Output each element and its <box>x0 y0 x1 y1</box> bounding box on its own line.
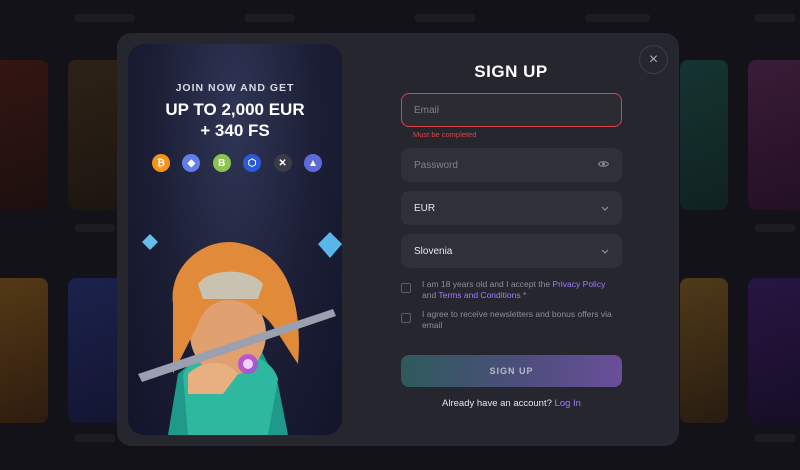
terms-prefix: I am 18 years old and I accept the <box>422 279 553 289</box>
privacy-policy-link[interactable]: Privacy Policy <box>552 279 605 289</box>
signup-title: SIGN UP <box>474 62 548 81</box>
email-field[interactable]: Email <box>401 93 622 127</box>
newsletter-text: I agree to receive newsletters and bonus… <box>422 309 612 330</box>
newsletter-checkbox[interactable] <box>401 313 411 323</box>
country-value: Slovenia <box>414 245 453 257</box>
login-prompt: Already have an account? Log In <box>401 398 622 409</box>
login-prompt-text: Already have an account? <box>442 398 555 409</box>
signup-submit-button[interactable]: SIGN UP <box>401 355 622 387</box>
terms-row: I am 18 years old and I accept the Priva… <box>401 279 621 301</box>
country-select[interactable]: Slovenia <box>401 234 622 268</box>
password-placeholder: Password <box>414 159 458 171</box>
email-error-text: Must be completed <box>413 130 477 139</box>
close-icon: × <box>648 50 659 68</box>
chevron-down-icon <box>601 246 609 257</box>
password-field[interactable]: Password <box>401 148 622 182</box>
eye-icon[interactable] <box>597 160 610 171</box>
terms-text: I am 18 years old and I accept the Priva… <box>422 279 621 301</box>
terms-required-mark: * <box>520 290 527 300</box>
currency-select[interactable]: EUR <box>401 191 622 225</box>
close-button[interactable]: × <box>639 45 668 74</box>
newsletter-row: I agree to receive newsletters and bonus… <box>401 309 621 331</box>
email-placeholder: Email <box>414 104 440 116</box>
currency-value: EUR <box>414 202 436 214</box>
chevron-down-icon <box>601 203 609 214</box>
terms-checkbox[interactable] <box>401 283 411 293</box>
terms-and: and <box>422 290 439 300</box>
terms-conditions-link[interactable]: Terms and Conditions <box>438 290 520 300</box>
login-link[interactable]: Log In <box>555 398 581 409</box>
promo-panel: JOIN NOW AND GET UP TO 2,000 EUR + 340 F… <box>128 44 342 435</box>
archer-character-illustration <box>138 232 342 435</box>
